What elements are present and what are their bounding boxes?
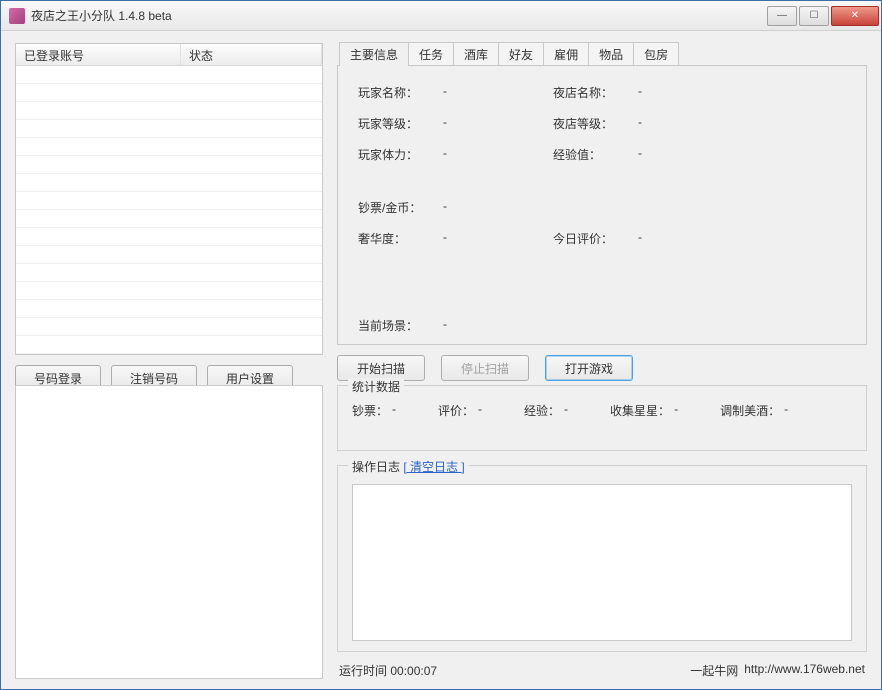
stat-exp-label: 经验： (524, 402, 560, 419)
log-textarea[interactable] (352, 484, 852, 641)
exp-label: 经验值： (553, 146, 628, 163)
close-button[interactable]: ✕ (831, 6, 879, 26)
log-title-text: 操作日志 (352, 460, 403, 474)
col-account[interactable]: 已登录账号 (16, 44, 181, 65)
luxury-label: 奢华度： (358, 230, 433, 247)
player-name-label: 玩家名称： (358, 84, 433, 101)
today-rating-label: 今日评价： (553, 230, 628, 247)
accounts-table[interactable]: 已登录账号 状态 (15, 43, 323, 355)
log-group-title: 操作日志 [ 清空日志 ] (348, 458, 469, 475)
money-label: 钞票/金币： (358, 199, 433, 216)
stop-scan-button: 停止扫描 (441, 355, 529, 381)
maximize-button[interactable]: ☐ (799, 6, 829, 26)
table-body[interactable] (16, 66, 322, 354)
status-bar: 运行时间 00:00:07 一起牛网 http://www.176web.net (337, 662, 867, 679)
stat-rating-value: - (478, 402, 482, 419)
open-game-button[interactable]: 打开游戏 (545, 355, 633, 381)
col-status[interactable]: 状态 (181, 44, 322, 65)
app-window: 夜店之王小分队 1.4.8 beta — ☐ ✕ 已登录账号 状态 (0, 0, 882, 690)
left-output-box[interactable] (15, 385, 323, 679)
titlebar[interactable]: 夜店之王小分队 1.4.8 beta — ☐ ✕ (1, 1, 881, 31)
tab-rooms[interactable]: 包房 (633, 42, 679, 66)
stats-group: 统计数据 钞票：- 评价：- 经验：- 收集星星：- 调制美酒：- (337, 385, 867, 451)
luxury-value: - (443, 230, 543, 247)
stat-rating-label: 评价： (438, 402, 474, 419)
stat-exp-value: - (564, 402, 568, 419)
tab-hire[interactable]: 雇佣 (543, 42, 589, 66)
minimize-button[interactable]: — (767, 6, 797, 26)
player-level-label: 玩家等级： (358, 115, 433, 132)
stat-bills-label: 钞票： (352, 402, 388, 419)
stamina-value: - (443, 146, 543, 163)
stamina-label: 玩家体力： (358, 146, 433, 163)
clear-log-link[interactable]: [ 清空日志 ] (403, 460, 464, 474)
scene-label: 当前场景： (358, 317, 433, 334)
club-name-value: - (638, 84, 698, 101)
today-rating-value: - (638, 230, 698, 247)
player-name-value: - (443, 84, 543, 101)
tab-tasks[interactable]: 任务 (408, 42, 454, 66)
tab-panel-main-info: 玩家名称： - 夜店名称： - 玩家等级： - 夜店等级： - 玩家体力： - … (337, 65, 867, 345)
stats-group-title: 统计数据 (348, 378, 404, 395)
tab-items[interactable]: 物品 (588, 42, 634, 66)
window-title: 夜店之王小分队 1.4.8 beta (31, 7, 766, 24)
client-area: 已登录账号 状态 号码登录 注销号码 用户设置 (1, 31, 881, 689)
scene-value: - (443, 317, 543, 334)
stat-wine-label: 调制美酒： (720, 402, 780, 419)
stat-bills-value: - (392, 402, 396, 419)
club-name-label: 夜店名称： (553, 84, 628, 101)
player-level-value: - (443, 115, 543, 132)
site-url[interactable]: http://www.176web.net (744, 662, 865, 679)
log-group: 操作日志 [ 清空日志 ] (337, 465, 867, 652)
club-level-value: - (638, 115, 698, 132)
runtime-label: 运行时间 (339, 664, 390, 678)
stat-stars-value: - (674, 402, 678, 419)
tab-bar: 主要信息 任务 酒库 好友 雇佣 物品 包房 (339, 43, 867, 65)
tab-cellar[interactable]: 酒库 (453, 42, 499, 66)
club-level-label: 夜店等级： (553, 115, 628, 132)
exp-value: - (638, 146, 698, 163)
runtime-value: 00:00:07 (390, 664, 437, 678)
money-value: - (443, 199, 543, 216)
tab-friends[interactable]: 好友 (498, 42, 544, 66)
tab-main-info[interactable]: 主要信息 (339, 42, 409, 66)
app-icon (9, 8, 25, 24)
site-name: 一起牛网 (690, 662, 738, 679)
stat-stars-label: 收集星星： (610, 402, 670, 419)
stat-wine-value: - (784, 402, 788, 419)
